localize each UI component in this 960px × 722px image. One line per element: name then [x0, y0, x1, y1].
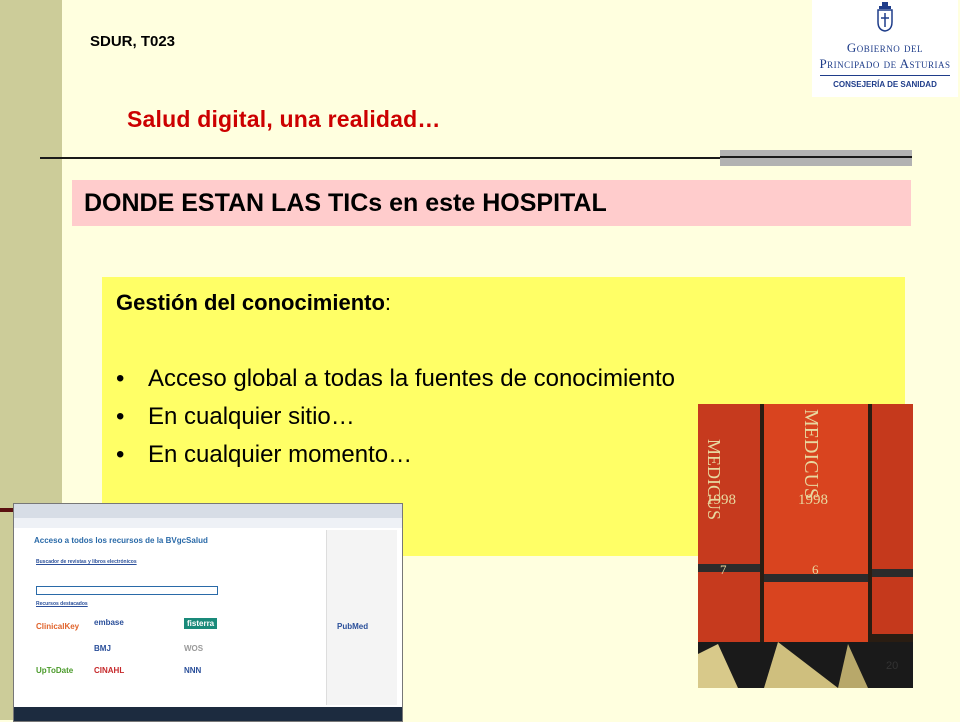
- resource-logo: embase: [94, 618, 124, 627]
- shot-taskbar: [14, 707, 402, 721]
- bullet-text: Acceso global a todas la fuentes de cono…: [148, 365, 676, 392]
- section-bar: DONDE ESTAN LAS TICs en este HOSPITAL: [72, 180, 911, 226]
- books-photo: MEDICUS MEDICUS 1998 1998 7 6: [698, 404, 913, 688]
- content-heading-bold: Gestión del conocimiento: [116, 290, 385, 315]
- section-bar-text: DONDE ESTAN LAS TICs en este HOSPITAL: [84, 189, 607, 217]
- content-heading-suffix: :: [384, 290, 392, 315]
- resource-logo: CINAHL: [94, 666, 125, 675]
- bullet-item: • Acceso global a todas la fuentes de con…: [116, 365, 676, 392]
- spine-vol-2: 6: [812, 562, 819, 577]
- shot-subheading: Buscador de revistas y libros electrónic…: [36, 559, 137, 565]
- shot-sidebar: PubMed: [326, 530, 397, 705]
- page-number: 20: [886, 660, 899, 672]
- browser-address-bar: [14, 518, 402, 528]
- resource-logo: NNN: [184, 666, 202, 675]
- crest-icon: [877, 2, 893, 32]
- spine-year-1: 1998: [706, 492, 736, 508]
- asturias-logo: Gobierno del Principado de Asturias CONS…: [812, 0, 958, 97]
- resource-logo: BMJ: [94, 644, 111, 653]
- shot-search-box: [36, 586, 218, 595]
- browser-screenshot: Acceso a todos los recursos de la BVgcSa…: [13, 503, 403, 722]
- logo-line-2: Principado de Asturias: [819, 56, 951, 71]
- bullet-text: En cualquier momento…: [148, 441, 413, 468]
- spine-text-2: MEDICUS: [800, 409, 822, 499]
- resource-logo: PubMed: [337, 622, 369, 631]
- logo-line-3: CONSEJERÍA DE SANIDAD: [833, 80, 937, 89]
- logo-line-1: Gobierno del: [846, 40, 924, 55]
- resource-logo: fisterra: [184, 618, 218, 629]
- spine-year-2: 1998: [798, 492, 828, 508]
- slide-code: SDUR, T023: [90, 33, 176, 50]
- resource-logo: ClinicalKey: [36, 622, 80, 631]
- resource-logo: WOS: [184, 644, 204, 653]
- books-illustration: MEDICUS MEDICUS 1998 1998 7 6: [698, 404, 913, 688]
- spine-vol-1: 7: [720, 562, 727, 577]
- resource-logo: UpToDate: [36, 666, 74, 675]
- content-heading: Gestión del conocimiento:: [116, 290, 391, 316]
- bullet-item: • En cualquier momento…: [116, 441, 413, 468]
- shot-heading: Acceso a todos los recursos de la BVgcSa…: [34, 536, 208, 545]
- browser-tab-bar: [14, 504, 402, 518]
- logo-divider: [820, 75, 950, 76]
- title-divider-accent: [720, 150, 912, 166]
- slide-title: Salud digital, una realidad…: [127, 106, 441, 132]
- bullet-text: En cualquier sitio…: [148, 403, 355, 430]
- bullet-item: • En cualquier sitio…: [116, 403, 355, 430]
- shot-featured: Recursos destacados: [36, 601, 88, 607]
